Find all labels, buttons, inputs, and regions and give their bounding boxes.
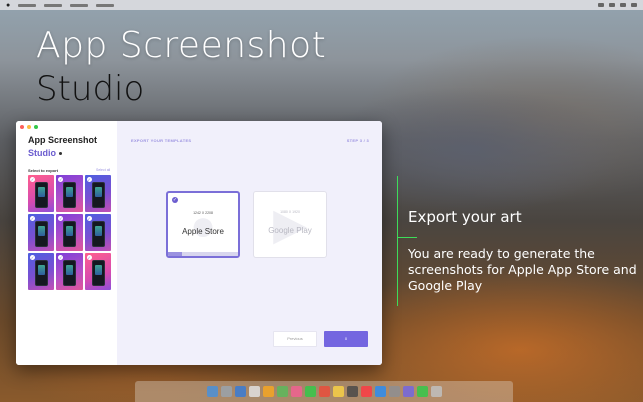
messages-icon[interactable]: [304, 386, 316, 397]
apple-menu-icon[interactable]: ●: [6, 2, 10, 9]
select-label: Select to export: [28, 168, 59, 173]
menu-item[interactable]: [44, 3, 63, 7]
app-name: App Screenshot: [28, 135, 98, 145]
finder-icon[interactable]: [206, 386, 218, 397]
macos-menubar: ●: [0, 0, 643, 10]
check-icon[interactable]: ✓: [30, 177, 35, 182]
callout-line: [397, 176, 398, 306]
menu-item[interactable]: [18, 3, 37, 7]
screenshot-thumbnail[interactable]: ✓: [28, 253, 55, 290]
app-store-icon[interactable]: [374, 386, 386, 397]
screenshot-thumbnail[interactable]: ✓: [28, 214, 55, 251]
photos-icon[interactable]: [290, 386, 302, 397]
phone-mockup: [35, 221, 48, 247]
check-icon[interactable]: ✓: [30, 216, 35, 221]
check-icon[interactable]: ✓: [58, 255, 64, 260]
status-icon[interactable]: [620, 3, 626, 7]
callout-description: You are ready to generate the screenshot…: [408, 246, 637, 293]
terminal-icon[interactable]: [346, 386, 358, 397]
app-dot-icon: [59, 152, 62, 156]
callout-tick: [397, 237, 417, 238]
minimize-window-button[interactable]: [27, 125, 31, 129]
check-icon[interactable]: ✓: [58, 216, 64, 221]
notes-icon[interactable]: [262, 386, 274, 397]
window-controls: [20, 125, 38, 129]
zoom-window-button[interactable]: [34, 125, 38, 129]
thumbnail-grid: ✓ ✓ ✓ ✓ ✓ ✓ ✓ ✓ ✓: [28, 175, 111, 290]
apple-progress-fill: [168, 252, 182, 256]
apple-store-card[interactable]: ● ✓ 1242 X 2208 Apple Store: [166, 191, 240, 258]
select-all-link[interactable]: Select all: [96, 168, 110, 172]
app-name-studio: Studio: [28, 148, 56, 158]
music-icon[interactable]: [360, 386, 372, 397]
step-indicator: STEP 3 / 3: [346, 138, 369, 143]
phone-mockup: [35, 260, 48, 286]
status-icon[interactable]: [609, 3, 615, 7]
trash-icon[interactable]: [430, 386, 442, 397]
google-play-label: Google Play: [268, 226, 312, 235]
status-icon[interactable]: [631, 3, 637, 7]
calendar-icon[interactable]: [318, 386, 330, 397]
apple-logo-icon: ●: [189, 201, 217, 250]
menu-item[interactable]: [70, 3, 89, 7]
menu-item[interactable]: [96, 3, 115, 7]
screenshot-thumbnail[interactable]: ✓: [84, 175, 111, 212]
screenshot-thumbnail[interactable]: ✓: [84, 253, 111, 290]
app-name-line2: Studio: [28, 148, 62, 158]
google-play-card[interactable]: ▶ 1080 X 1920 Google Play: [253, 191, 327, 258]
check-icon: ✓: [172, 197, 178, 203]
close-window-button[interactable]: [20, 125, 24, 129]
phone-mockup: [91, 260, 105, 286]
next-button[interactable]: 0: [324, 331, 368, 347]
phone-mockup: [91, 221, 105, 247]
phone-mockup: [63, 182, 77, 208]
settings-icon[interactable]: [388, 386, 400, 397]
apple-progress-bar: [168, 252, 238, 256]
apple-dimensions: 1242 X 2208: [193, 211, 213, 215]
app-screenshot-studio-icon[interactable]: [402, 386, 414, 397]
screenshot-thumbnail[interactable]: ✓: [56, 253, 83, 290]
screenshot-thumbnail[interactable]: ✓: [56, 214, 83, 251]
apple-store-label: Apple Store: [182, 227, 224, 236]
maps-icon[interactable]: [276, 386, 288, 397]
export-heading: EXPORT YOUR TEMPLATES: [131, 138, 192, 143]
screenshot-thumbnail[interactable]: ✓: [28, 175, 55, 212]
google-dimensions: 1080 X 1920: [280, 210, 300, 214]
callout-title: Export your art: [408, 208, 522, 226]
phone-mockup: [63, 260, 77, 286]
safari-icon[interactable]: [234, 386, 246, 397]
phone-mockup: [35, 182, 48, 208]
check-icon[interactable]: ✓: [86, 255, 92, 260]
mail-icon[interactable]: [248, 386, 260, 397]
menubar-status-icons: [598, 3, 637, 7]
check-icon[interactable]: ✓: [86, 216, 92, 221]
check-icon[interactable]: ✓: [30, 255, 35, 260]
check-icon[interactable]: ✓: [86, 177, 92, 182]
google-play-icon: ▶: [273, 200, 307, 249]
sidebar: App Screenshot Studio Select to export S…: [16, 121, 117, 365]
previous-button[interactable]: Previous: [273, 331, 317, 347]
status-icon[interactable]: [598, 3, 604, 7]
macos-dock: [135, 381, 513, 402]
facetime-icon[interactable]: [416, 386, 428, 397]
check-icon[interactable]: ✓: [58, 177, 64, 182]
phone-mockup: [91, 182, 105, 208]
hero-subtitle: Studio: [36, 69, 145, 109]
screenshot-thumbnail[interactable]: ✓: [84, 214, 111, 251]
hero-title: App Screenshot: [36, 25, 327, 66]
stickies-icon[interactable]: [332, 386, 344, 397]
screenshot-thumbnail[interactable]: ✓: [56, 175, 83, 212]
app-window: App Screenshot Studio Select to export S…: [16, 121, 382, 365]
phone-mockup: [63, 221, 77, 247]
main-panel: EXPORT YOUR TEMPLATES STEP 3 / 3 ● ✓ 124…: [117, 121, 382, 365]
launchpad-icon[interactable]: [220, 386, 232, 397]
